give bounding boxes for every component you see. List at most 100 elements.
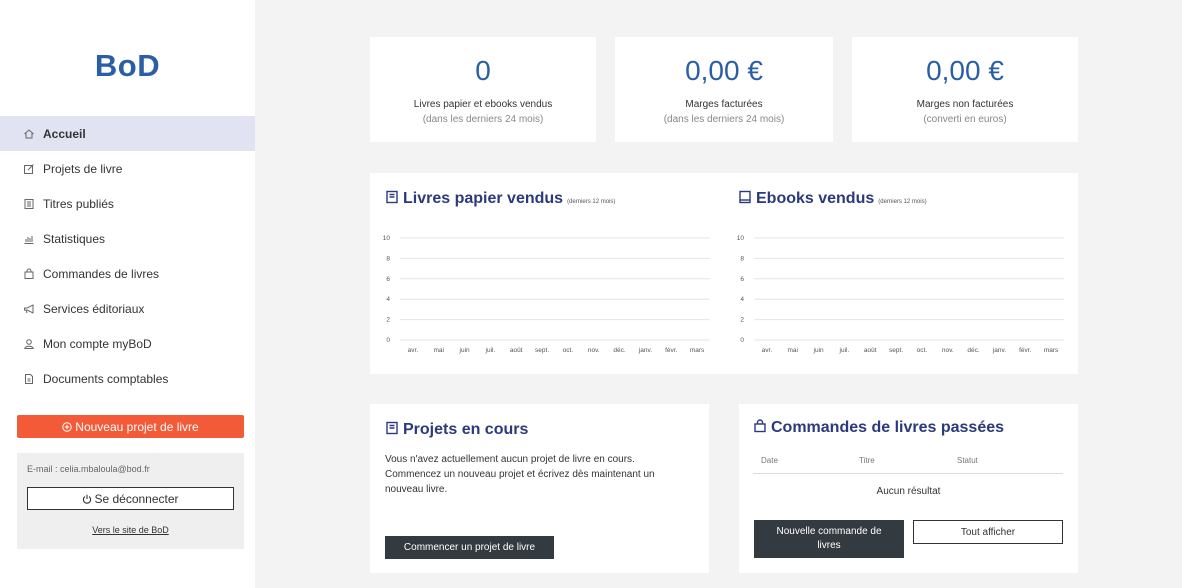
show-all-button[interactable]: Tout afficher [913, 520, 1063, 544]
sidebar-item-label: Statistiques [43, 231, 106, 246]
user-icon [22, 337, 36, 351]
x-tick-label: févr. [665, 347, 677, 354]
sidebar-item-accueil[interactable]: Accueil [0, 116, 255, 151]
x-tick-label: juin [813, 347, 825, 354]
y-tick-label: 2 [740, 317, 744, 324]
logout-button[interactable]: Se déconnecter [27, 487, 234, 510]
paper-sales-chart-svg: 0 2 4 6 8 10 avr. mai juin juil. août sept. oct. nov.… [383, 235, 710, 354]
column-header-status[interactable]: Statut [957, 456, 978, 465]
y-tick-label: 8 [386, 255, 390, 262]
x-tick-label: janv. [992, 347, 1006, 354]
account-email: E-mail : celia.mbaloula@bod.fr [27, 464, 150, 474]
orders-empty-state: Aucun résultat [876, 486, 941, 497]
x-tick-label: août [864, 347, 877, 354]
y-tick-label: 10 [383, 235, 391, 242]
sidebar-item-label: Projets de livre [43, 161, 123, 176]
sidebar-item-documents[interactable]: Documents comptables [0, 361, 255, 396]
tablet-icon [738, 190, 752, 204]
x-tick-label: nov. [588, 347, 600, 354]
y-tick-label: 8 [740, 255, 744, 262]
bar-chart-icon [22, 232, 36, 246]
ebook-sales-title-text: Ebooks vendus [756, 190, 875, 207]
sidebar-item-label: Accueil [43, 126, 86, 141]
sidebar-nav: Accueil Projets de livre Titres publiés … [0, 116, 255, 396]
x-tick-label: sept. [535, 347, 549, 354]
x-tick-label: juil. [839, 347, 850, 354]
stat-sublabel: (dans les derniers 24 mois) [663, 114, 785, 125]
ebook-sales-subtitle: (derniers 12 mois) [878, 199, 927, 205]
sidebar-item-label: Services éditoriaux [43, 301, 145, 316]
orders-title-text: Commandes de livres passées [771, 419, 1005, 436]
y-tick-label: 0 [386, 337, 390, 344]
x-tick-label: avr. [408, 347, 419, 354]
x-tick-label: sept. [889, 347, 903, 354]
x-tick-label: mai [434, 347, 444, 354]
projects-empty-text: Vous n'avez actuellement aucun projet de… [385, 454, 655, 495]
paper-sales-title-text: Livres papier vendus [403, 190, 564, 207]
x-tick-label: avr. [762, 347, 773, 354]
x-tick-label: juin [459, 347, 471, 354]
shopping-bag-icon [753, 419, 767, 433]
sidebar-item-label: Documents comptables [43, 371, 169, 386]
book-icon [385, 190, 399, 204]
x-tick-label: août [510, 347, 523, 354]
y-tick-label: 10 [737, 235, 745, 242]
projects-card: Projets en cours Vous n'avez actuellemen… [370, 404, 709, 573]
account-panel: E-mail : celia.mbaloula@bod.fr Se déconn… [17, 453, 244, 549]
y-tick-label: 6 [740, 276, 744, 283]
stat-card-billed-margins: 0,00 € Marges facturées (dans les dernie… [615, 37, 833, 142]
sidebar-item-services[interactable]: Services éditoriaux [0, 291, 255, 326]
x-tick-label: oct. [563, 347, 574, 354]
megaphone-icon [22, 302, 36, 316]
new-order-button[interactable]: Nouvelle commande de livres [754, 520, 904, 558]
x-tick-label: févr. [1019, 347, 1031, 354]
y-tick-label: 0 [740, 337, 744, 344]
x-tick-label: nov. [942, 347, 954, 354]
paper-sales-title: Livres papier vendus (derniers 12 mois) [385, 189, 615, 208]
sidebar-item-compte[interactable]: Mon compte myBoD [0, 326, 255, 361]
sidebar-item-label: Commandes de livres [43, 266, 160, 281]
y-tick-label: 4 [386, 296, 390, 303]
stat-sublabel: (converti en euros) [923, 114, 1007, 125]
new-project-label: Nouveau projet de livre [75, 419, 199, 434]
projects-title: Projets en cours [385, 420, 528, 439]
column-header-date[interactable]: Date [761, 456, 778, 465]
sales-charts-card: Livres papier vendus (derniers 12 mois) … [370, 173, 1078, 374]
y-tick-label: 6 [386, 276, 390, 283]
stat-value: 0,00 € [685, 55, 763, 86]
sidebar-item-commandes[interactable]: Commandes de livres [0, 256, 255, 291]
start-project-button[interactable]: Commencer un projet de livre [385, 536, 554, 559]
book-icon [22, 197, 36, 211]
x-tick-label: déc. [967, 347, 979, 354]
x-tick-label: juil. [485, 347, 496, 354]
ebook-sales-title: Ebooks vendus (derniers 12 mois) [738, 189, 927, 208]
stat-value: 0,00 € [926, 55, 1004, 86]
paper-sales-subtitle: (derniers 12 mois) [567, 199, 616, 205]
x-tick-label: mars [690, 347, 705, 354]
sidebar-item-titres[interactable]: Titres publiés [0, 186, 255, 221]
stat-label: Livres papier et ebooks vendus [413, 99, 553, 110]
bod-logo[interactable]: BoD [0, 48, 255, 84]
column-header-title[interactable]: Titre [859, 456, 875, 465]
x-tick-label: déc. [613, 347, 625, 354]
sidebar-item-projets[interactable]: Projets de livre [0, 151, 255, 186]
stat-label: Marges non facturées [916, 99, 1014, 110]
stat-card-unbilled-margins: 0,00 € Marges non facturées (converti en… [852, 37, 1078, 142]
stat-sublabel: (dans les derniers 24 mois) [422, 114, 544, 125]
plus-circle-icon [62, 421, 72, 432]
home-icon [22, 127, 36, 141]
sidebar: BoD Accueil Projets de livre Titres publ… [0, 0, 255, 588]
new-project-button[interactable]: Nouveau projet de livre [17, 415, 244, 438]
logout-label: Se déconnecter [94, 491, 179, 506]
bod-site-link[interactable]: Vers le site de BoD [17, 525, 244, 535]
orders-table-header: Date Titre Statut [753, 456, 1063, 474]
stat-label: Marges facturées [685, 99, 763, 110]
book-icon [385, 421, 399, 435]
power-icon [82, 494, 92, 504]
sidebar-item-statistiques[interactable]: Statistiques [0, 221, 255, 256]
x-tick-label: mars [1044, 347, 1059, 354]
y-tick-label: 4 [740, 296, 744, 303]
x-tick-label: oct. [917, 347, 928, 354]
x-tick-label: mai [788, 347, 798, 354]
sidebar-item-label: Titres publiés [43, 196, 114, 211]
